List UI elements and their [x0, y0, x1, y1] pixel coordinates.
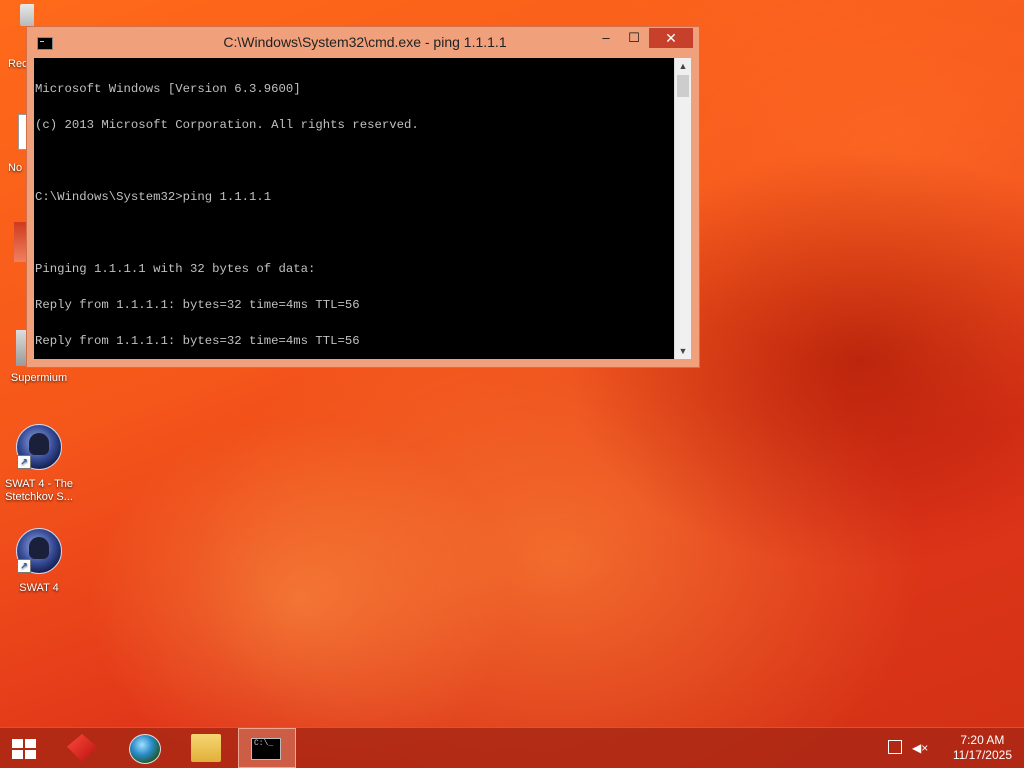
globe-browser-icon — [129, 734, 161, 764]
supermium-label: Supermium — [10, 372, 68, 384]
cmd-window[interactable]: C:\Windows\System32\cmd.exe - ping 1.1.1… — [26, 26, 700, 368]
clock[interactable]: 7:20 AM 11/17/2025 — [953, 733, 1012, 763]
start-button[interactable] — [0, 728, 48, 768]
system-tray: ◀× 7:20 AM 11/17/2025 — [884, 728, 1024, 768]
shortcut-arrow-icon: ↗ — [17, 559, 31, 573]
console-line: Microsoft Windows [Version 6.3.9600] — [35, 82, 301, 96]
taskbar: C:\_ ◀× 7:20 AM 11/17/2025 — [0, 727, 1024, 768]
swat4-icon: ↗ — [16, 528, 62, 574]
scroll-up-button[interactable]: ▲ — [675, 58, 691, 74]
console-line: Pinging 1.1.1.1 with 32 bytes of data: — [35, 262, 316, 276]
taskbar-app-browser[interactable] — [114, 728, 172, 768]
swat4-stetchkov-label: SWAT 4 - The Stetchkov S... — [4, 478, 74, 503]
maximize-button[interactable]: ☐ — [621, 28, 647, 48]
recycle-bin-icon — [20, 4, 34, 26]
taskbar-app-explorer[interactable] — [176, 728, 234, 768]
partial-app-icon[interactable] — [14, 222, 26, 262]
minimize-button[interactable]: – — [593, 28, 619, 48]
desktop-icon-swat4-stetchkov[interactable]: ↗ SWAT 4 - The Stetchkov S... — [1, 424, 77, 504]
console-output[interactable]: Microsoft Windows [Version 6.3.9600] (c)… — [34, 58, 674, 359]
action-center-icon[interactable] — [888, 740, 902, 754]
speaker-muted-icon[interactable]: ◀× — [912, 741, 928, 755]
swat4-expansion-icon: ↗ — [16, 424, 62, 470]
taskbar-app-cmd[interactable]: C:\_ — [238, 728, 296, 768]
file-explorer-icon — [191, 734, 221, 762]
shortcut-arrow-icon: ↗ — [17, 455, 31, 469]
console-line: Reply from 1.1.1.1: bytes=32 time=4ms TT… — [35, 334, 360, 348]
command-prompt-icon: C:\_ — [251, 738, 281, 760]
scroll-down-button[interactable]: ▼ — [675, 343, 691, 359]
console-line: Reply from 1.1.1.1: bytes=32 time=4ms TT… — [35, 298, 360, 312]
red-app-icon — [67, 734, 97, 762]
close-button[interactable]: ✕ — [649, 28, 693, 48]
console-line: C:\Windows\System32>ping 1.1.1.1 — [35, 190, 272, 204]
clock-date: 11/17/2025 — [952, 748, 1012, 762]
console-line: (c) 2013 Microsoft Corporation. All righ… — [35, 118, 419, 132]
cmd-titlebar[interactable]: C:\Windows\System32\cmd.exe - ping 1.1.1… — [27, 27, 699, 57]
scroll-thumb[interactable] — [677, 75, 689, 97]
clock-time: 7:20 AM — [960, 733, 1005, 747]
taskbar-app-red[interactable] — [52, 728, 110, 768]
desktop-icon-swat4[interactable]: ↗ SWAT 4 — [1, 528, 77, 595]
windows-logo-icon — [12, 739, 37, 759]
vertical-scrollbar[interactable]: ▲ ▼ — [674, 58, 691, 359]
swat4-label: SWAT 4 — [19, 582, 59, 594]
